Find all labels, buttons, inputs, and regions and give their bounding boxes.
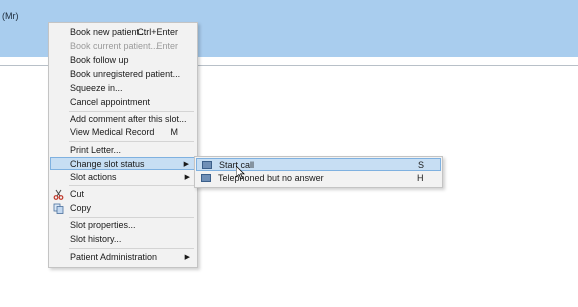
menu-separator — [69, 248, 194, 249]
menu-item-change-slot-status[interactable]: Change slot status ▶ — [50, 157, 196, 170]
phone-slot-icon — [201, 174, 211, 182]
menu-separator — [69, 185, 194, 186]
change-slot-status-submenu: Start call S Telephoned but no answer H — [194, 156, 443, 188]
menu-separator — [69, 141, 194, 142]
phone-slot-icon — [202, 161, 212, 169]
submenu-item-start-call[interactable]: Start call S — [196, 158, 441, 171]
menu-separator — [69, 217, 194, 218]
menu-item-slot-properties[interactable]: Slot properties... — [50, 219, 196, 232]
chevron-right-icon: ▶ — [184, 254, 190, 261]
menu-item-book-new-patient[interactable]: Book new patient... Ctrl+Enter — [50, 26, 196, 39]
menu-separator — [69, 111, 194, 112]
chevron-right-icon: ▶ — [183, 161, 189, 168]
menu-item-print-letter[interactable]: Print Letter... — [50, 144, 196, 157]
menu-item-slot-actions[interactable]: Slot actions ▶ — [50, 171, 196, 184]
menu-item-add-comment[interactable]: Add comment after this slot... — [50, 113, 196, 126]
menu-item-squeeze-in[interactable]: Squeeze in... — [50, 82, 196, 95]
menu-item-book-follow-up[interactable]: Book follow up — [50, 54, 196, 67]
menu-item-patient-administration[interactable]: Patient Administration ▶ — [50, 251, 196, 264]
menu-item-view-medical-record[interactable]: View Medical Record M — [50, 126, 196, 139]
copy-icon — [53, 203, 64, 214]
chevron-right-icon: ▶ — [184, 174, 190, 181]
menu-item-cancel-appointment[interactable]: Cancel appointment — [50, 96, 196, 109]
menu-item-cut[interactable]: Cut — [50, 188, 196, 201]
patient-title: (Mr) — [2, 11, 19, 21]
context-menu: Book new patient... Ctrl+Enter Book curr… — [48, 22, 198, 268]
menu-item-copy[interactable]: Copy — [50, 202, 196, 215]
scissors-icon — [53, 189, 64, 200]
menu-item-book-current-patient[interactable]: Book current patient... Enter — [50, 40, 196, 53]
mouse-cursor-icon — [236, 166, 245, 180]
submenu-item-telephoned-no-answer[interactable]: Telephoned but no answer H — [196, 172, 441, 185]
menu-item-book-unregistered-patient[interactable]: Book unregistered patient... — [50, 68, 196, 81]
menu-item-slot-history[interactable]: Slot history... — [50, 233, 196, 246]
